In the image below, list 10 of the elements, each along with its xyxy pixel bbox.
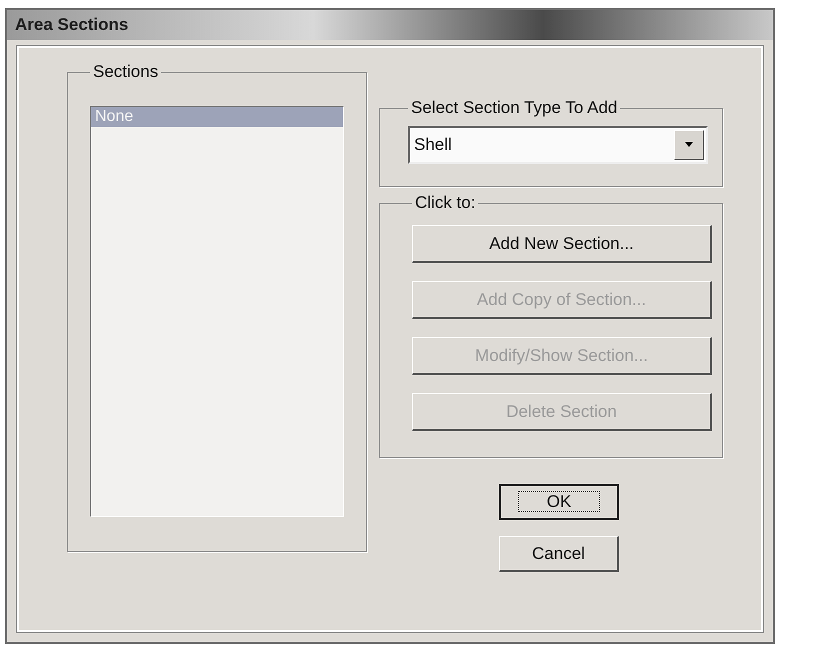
action-button[interactable]: Add New Section... [412, 225, 712, 263]
dialog-button[interactable]: OK [499, 484, 619, 520]
sections-list[interactable]: None [90, 106, 344, 517]
dialog-button[interactable]: Cancel [499, 536, 619, 572]
list-item[interactable]: None [91, 107, 343, 127]
window-title: Area Sections [15, 15, 128, 35]
group-label: Sections [92, 62, 160, 82]
group-label: Select Section Type To Add [410, 98, 618, 118]
section-type-dropdown[interactable]: Shell [408, 126, 708, 164]
group-label: Click to: [414, 193, 476, 213]
